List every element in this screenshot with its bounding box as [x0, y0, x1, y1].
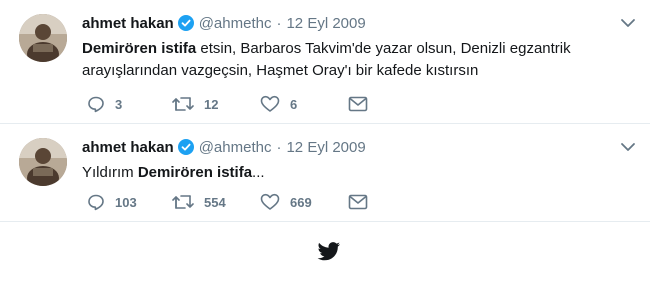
reply-count: 103 [115, 194, 137, 210]
tweet-date[interactable]: 12 Eyl 2009 [286, 139, 365, 156]
retweet-button[interactable]: 12 [172, 94, 218, 114]
separator-dot: · [276, 138, 282, 156]
author-name[interactable]: ahmet hakan [82, 139, 174, 156]
avatar-photo [19, 138, 67, 186]
direct-message-button[interactable] [348, 192, 368, 212]
retweet-button[interactable]: 554 [172, 192, 226, 212]
twitter-bird-icon[interactable] [317, 242, 341, 262]
chevron-down-icon[interactable] [620, 140, 636, 152]
retweet-count: 12 [204, 96, 219, 112]
tweet-text: Demirören istifa etsin, Barbaros Takvim'… [82, 38, 622, 82]
reply-icon [88, 194, 104, 211]
tweet-header: ahmet hakan @ahmethc · 12 Eyl 2009 [82, 137, 366, 157]
reply-icon [88, 96, 104, 113]
tweet[interactable]: ahmet hakan @ahmethc · 12 Eyl 2009 Demir… [0, 0, 650, 124]
retweet-icon [172, 97, 194, 111]
author-handle[interactable]: @ahmethc [199, 139, 272, 156]
verified-badge-icon [177, 139, 194, 155]
like-heart-icon [260, 193, 280, 210]
avatar[interactable] [19, 14, 67, 62]
avatar-photo [19, 14, 67, 62]
tweet[interactable]: ahmet hakan @ahmethc · 12 Eyl 2009 Yıldı… [0, 124, 650, 222]
direct-message-button[interactable] [348, 94, 368, 114]
like-button[interactable]: 6 [260, 94, 297, 114]
chevron-down-icon[interactable] [620, 16, 636, 28]
tweet-header: ahmet hakan @ahmethc · 12 Eyl 2009 [82, 13, 366, 33]
retweet-icon [172, 195, 194, 209]
avatar[interactable] [19, 138, 67, 186]
tweet-text-post: ... [252, 164, 265, 181]
like-heart-icon [260, 95, 280, 112]
direct-message-icon [348, 96, 368, 112]
reply-button[interactable]: 103 [87, 192, 137, 212]
author-handle[interactable]: @ahmethc [199, 15, 272, 32]
like-count: 669 [290, 194, 312, 210]
like-button[interactable]: 669 [260, 192, 312, 212]
like-count: 6 [290, 96, 298, 112]
retweet-count: 554 [204, 194, 226, 210]
tweet-date[interactable]: 12 Eyl 2009 [286, 15, 365, 32]
author-name[interactable]: ahmet hakan [82, 15, 174, 32]
separator-dot: · [276, 14, 282, 32]
direct-message-icon [348, 194, 368, 210]
reply-button[interactable]: 3 [87, 94, 122, 114]
reply-count: 3 [115, 96, 123, 112]
tweet-text-bold: Demirören istifa [82, 40, 197, 57]
tweet-text: Yıldırım Demirören istifa... [82, 162, 622, 184]
tweet-embed-page: ahmet hakan @ahmethc · 12 Eyl 2009 Demir… [0, 0, 650, 293]
tweet-text-bold: Demirören istifa [137, 164, 253, 181]
tweet-text-pre: Yıldırım [82, 164, 138, 181]
verified-badge-icon [177, 15, 194, 31]
